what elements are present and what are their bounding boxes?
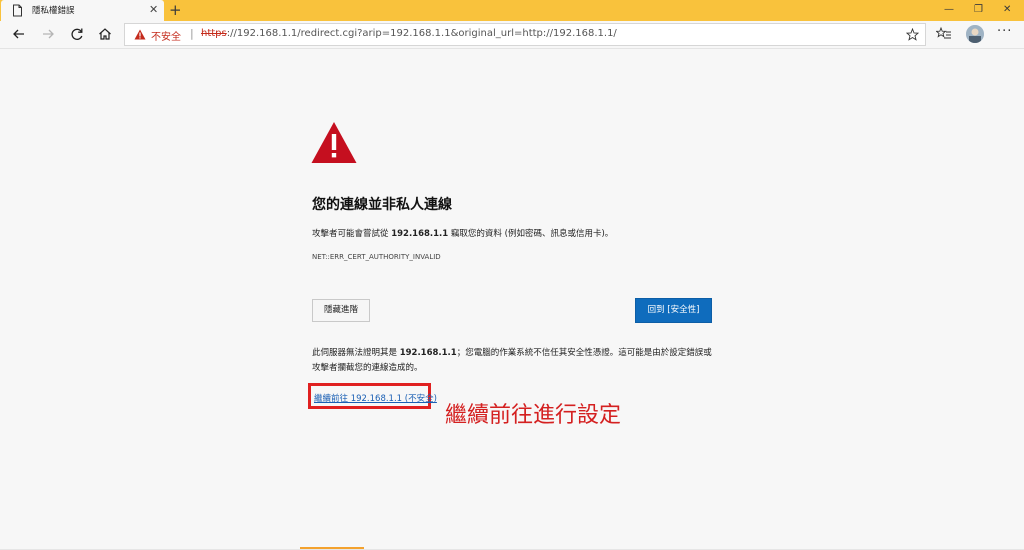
tab-close-button[interactable]: ✕ [149, 3, 158, 17]
url-protocol: https [201, 28, 227, 39]
tab-title: 隱私權錯誤 [32, 6, 75, 16]
page-title: 您的連線並非私人連線 [312, 197, 452, 213]
url-remainder: ://192.168.1.1/redirect.cgi?arip=192.168… [226, 28, 617, 39]
warning-icon [134, 29, 146, 40]
more-options-button[interactable]: ··· [997, 24, 1012, 39]
window-close-button[interactable]: ✕ [1003, 3, 1011, 17]
advanced-details: 此伺服器無法證明其是 192.168.1.1；您電腦的作業系統不信任其安全性憑證… [312, 346, 717, 376]
desc-host: 192.168.1.1 [391, 229, 449, 239]
address-toolbar: 不安全 | https://192.168.1.1/redirect.cgi?a… [0, 21, 1024, 49]
error-code: NET::ERR_CERT_AUTHORITY_INVALID [312, 253, 441, 261]
url-separator: | [190, 27, 194, 40]
back-to-safety-button[interactable]: 回到 [安全性] [635, 298, 712, 323]
warning-description: 攻擊者可能會嘗試從 192.168.1.1 竊取您的資料 (例如密碼、訊息或信用… [312, 227, 613, 239]
document-icon [13, 4, 22, 17]
favorite-star-icon[interactable] [906, 28, 919, 41]
back-arrow-icon[interactable] [11, 26, 27, 42]
hide-advanced-button[interactable]: 隱藏進階 [312, 299, 370, 322]
forward-arrow-icon[interactable] [40, 26, 56, 42]
not-secure-label[interactable]: 不安全 [151, 28, 181, 43]
proceed-unsafe-link[interactable]: 繼續前往 192.168.1.1 (不安全) [314, 392, 437, 404]
annotation-text: 繼續前往進行設定 [445, 403, 622, 428]
title-bar: 隱私權錯誤 ✕ + — ❐ ✕ [0, 0, 1024, 21]
url-text[interactable]: https://192.168.1.1/redirect.cgi?arip=19… [201, 28, 617, 39]
restore-button[interactable]: ❐ [974, 3, 983, 17]
avatar-image-icon [966, 25, 984, 43]
details-host: 192.168.1.1 [399, 348, 457, 358]
home-icon[interactable] [97, 26, 113, 42]
browser-tab[interactable]: 隱私權錯誤 ✕ [1, 0, 164, 21]
address-bar[interactable]: 不安全 | https://192.168.1.1/redirect.cgi?a… [124, 23, 926, 46]
large-warning-icon [311, 122, 357, 163]
details-prefix: 此伺服器無法證明其是 [312, 348, 400, 358]
favorites-list-icon[interactable] [936, 26, 952, 42]
minimize-button[interactable]: — [944, 3, 954, 17]
new-tab-button[interactable]: + [169, 1, 182, 19]
profile-avatar[interactable] [966, 25, 984, 43]
refresh-icon[interactable] [69, 26, 85, 42]
desc-suffix: 竊取您的資料 (例如密碼、訊息或信用卡)。 [448, 229, 614, 239]
desc-prefix: 攻擊者可能會嘗試從 [312, 229, 392, 239]
